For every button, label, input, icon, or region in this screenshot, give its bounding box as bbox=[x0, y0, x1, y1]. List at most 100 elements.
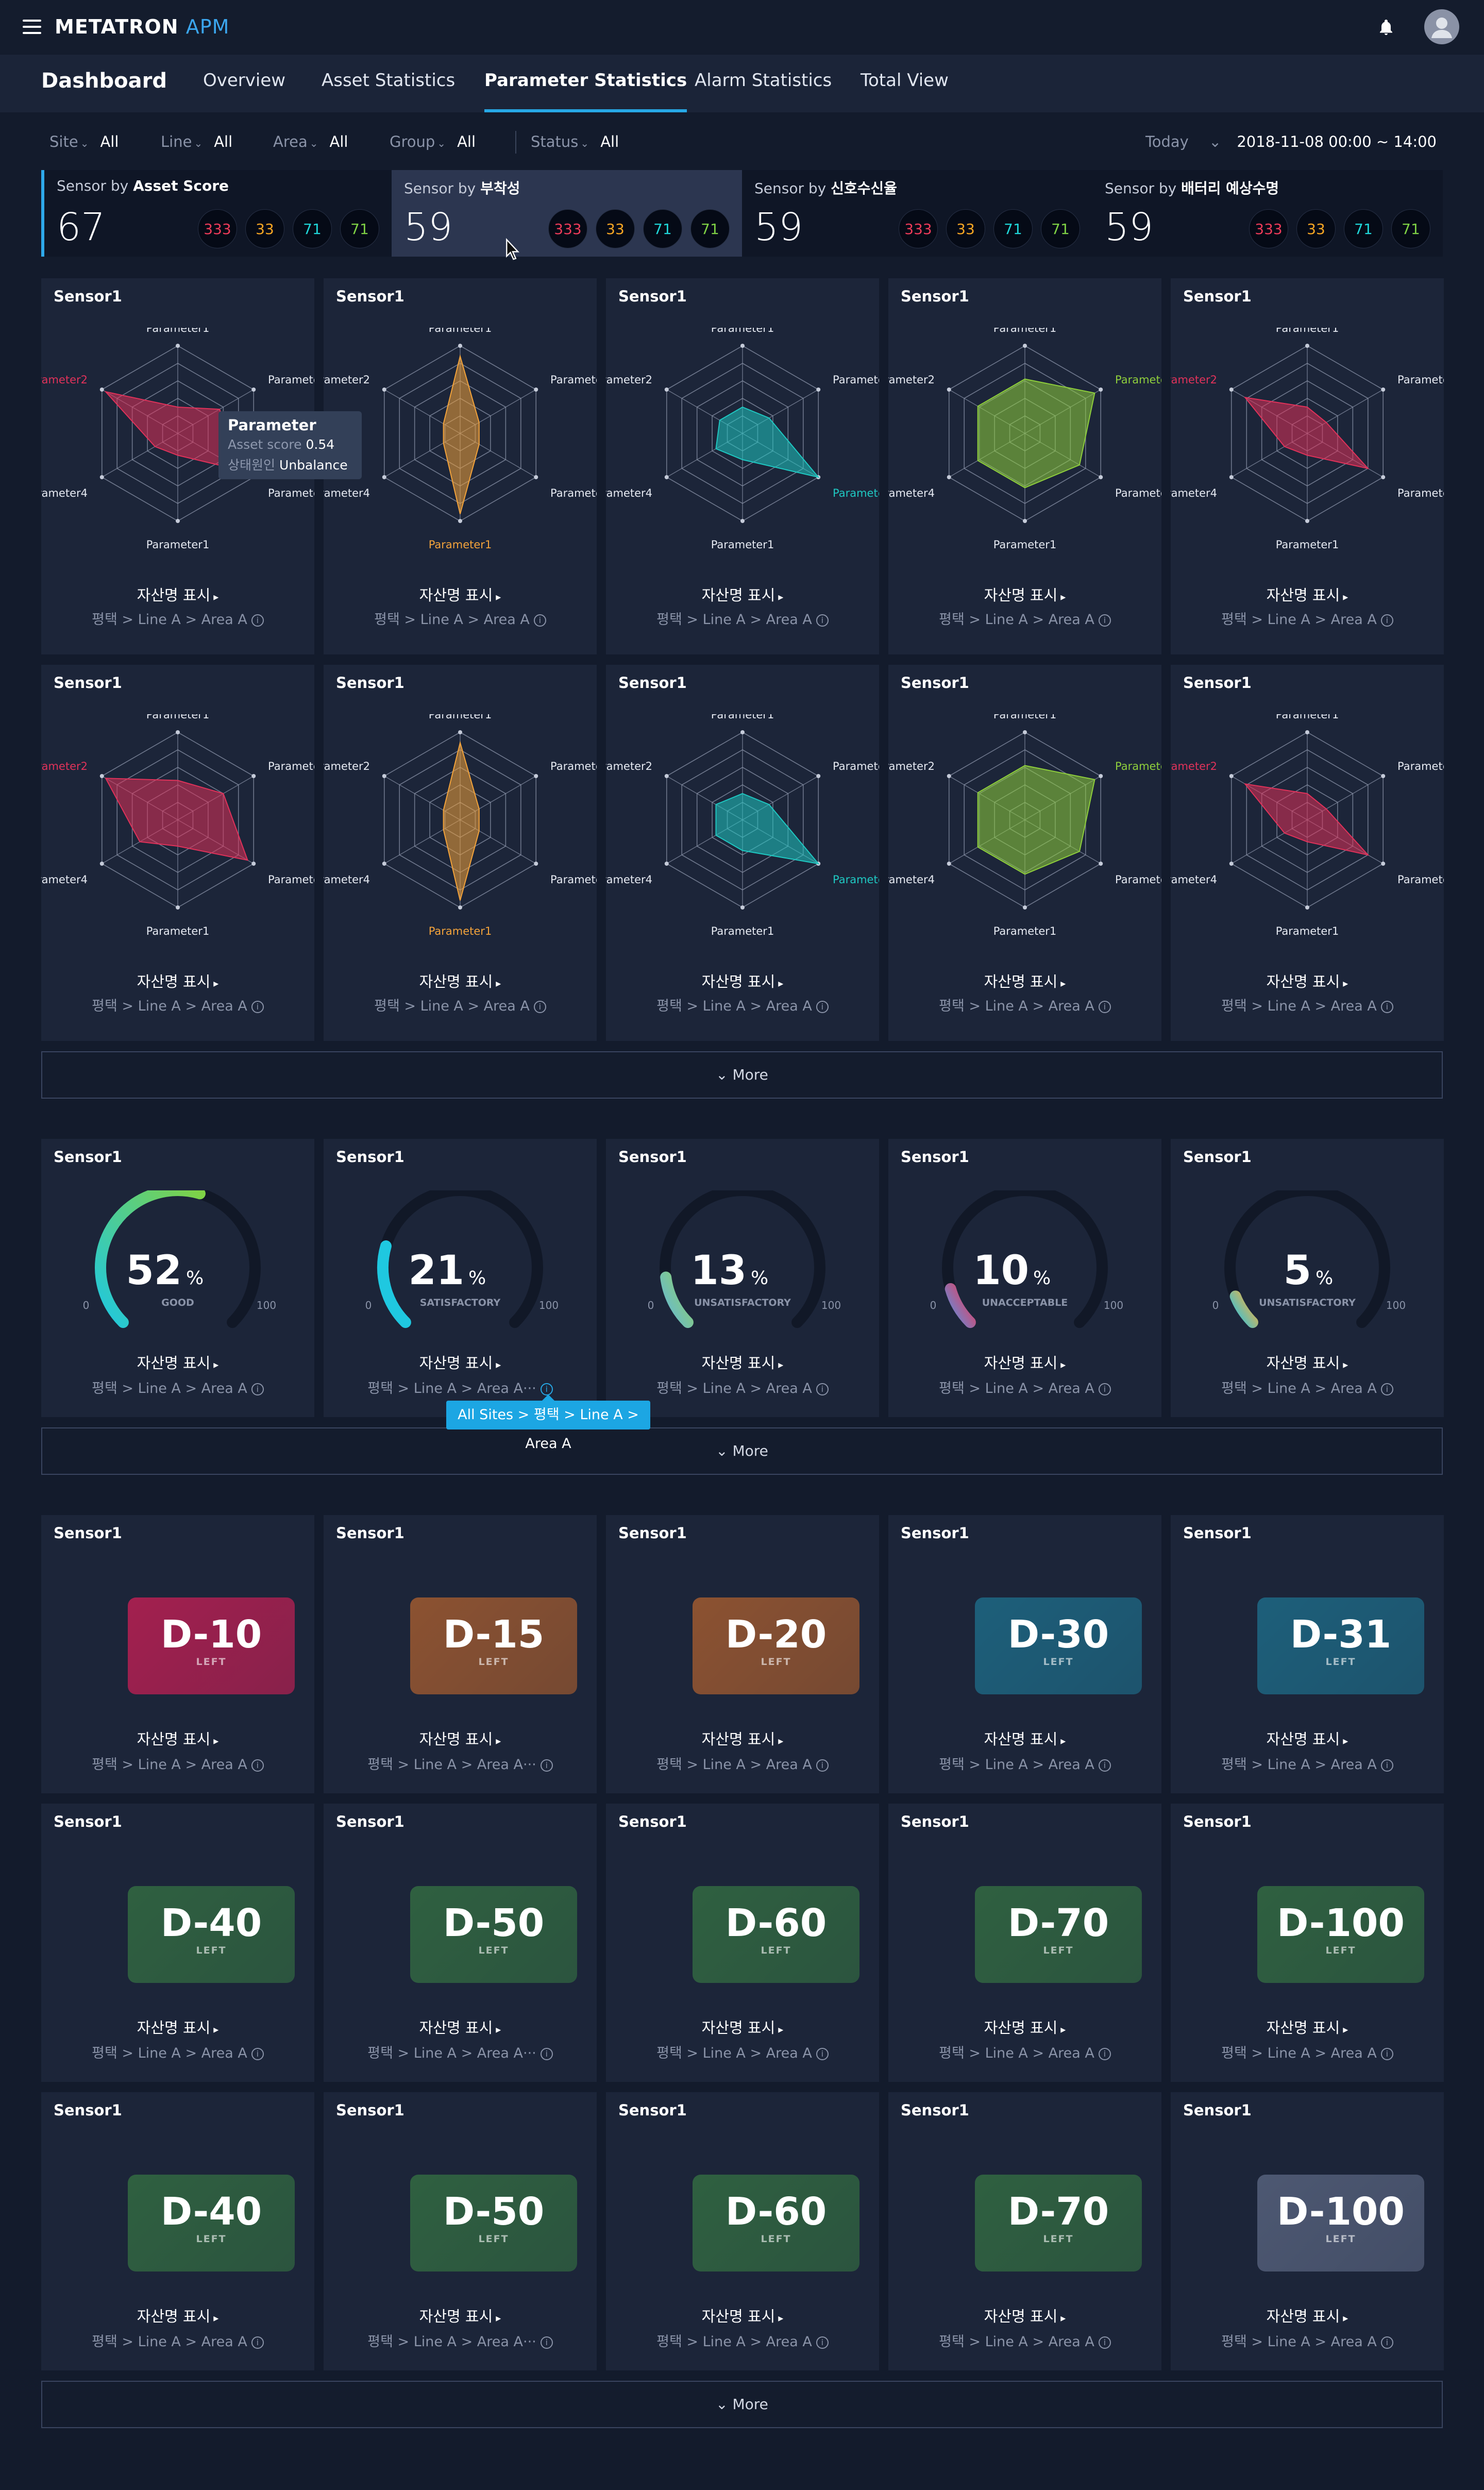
score-count-badge[interactable]: 333 bbox=[899, 209, 938, 248]
tab-total-view[interactable]: Total View bbox=[861, 70, 949, 112]
score-count-badge[interactable]: 33 bbox=[946, 209, 985, 248]
score-count-badge[interactable]: 33 bbox=[1296, 209, 1336, 248]
score-card[interactable]: Sensor by 부착성 59 333 33 71 71 bbox=[392, 170, 742, 257]
asset-name-link[interactable]: 자산명 표시 ▸ bbox=[41, 2016, 314, 2038]
asset-name-link[interactable]: 자산명 표시 ▸ bbox=[888, 1351, 1161, 1373]
asset-name-link[interactable]: 자산명 표시 ▸ bbox=[888, 2304, 1161, 2326]
info-icon[interactable]: i bbox=[1380, 1759, 1393, 1772]
area-filter[interactable]: Area ⌄ All bbox=[273, 133, 348, 150]
score-count-badge[interactable]: 33 bbox=[245, 209, 284, 248]
info-icon[interactable]: i bbox=[1098, 1759, 1111, 1772]
info-icon[interactable]: i bbox=[1098, 2336, 1111, 2349]
info-icon[interactable]: i bbox=[816, 1000, 829, 1013]
app-logo[interactable]: METATRON APM bbox=[55, 15, 229, 38]
asset-name-label: 자산명 표시 bbox=[984, 1730, 1058, 1748]
asset-name-link[interactable]: 자산명 표시 ▸ bbox=[41, 1351, 314, 1373]
info-icon[interactable]: i bbox=[533, 614, 546, 627]
info-icon[interactable]: i bbox=[1380, 1000, 1393, 1013]
info-icon[interactable]: i bbox=[251, 1000, 264, 1013]
score-count-badge[interactable]: 71 bbox=[1041, 209, 1080, 248]
more-button-dday[interactable]: ⌄ More bbox=[41, 2381, 1443, 2428]
info-icon[interactable]: i bbox=[1380, 614, 1393, 627]
score-count-badge[interactable]: 71 bbox=[1391, 209, 1430, 248]
info-icon[interactable]: i bbox=[251, 1383, 264, 1395]
user-avatar[interactable] bbox=[1424, 9, 1459, 44]
info-icon[interactable]: i bbox=[816, 2336, 829, 2349]
info-icon[interactable]: i bbox=[251, 2047, 264, 2060]
asset-name-link[interactable]: 자산명 표시 ▸ bbox=[324, 583, 597, 605]
score-count-badge[interactable]: 71 bbox=[690, 209, 730, 248]
asset-name-link[interactable]: 자산명 표시 ▸ bbox=[324, 2016, 597, 2038]
asset-name-link[interactable]: 자산명 표시 ▸ bbox=[41, 583, 314, 605]
info-icon[interactable]: i bbox=[816, 1759, 829, 1772]
asset-name-link[interactable]: 자산명 표시 ▸ bbox=[888, 970, 1161, 991]
asset-name-link[interactable]: 자산명 표시 ▸ bbox=[888, 583, 1161, 605]
tab-overview[interactable]: Overview bbox=[203, 70, 285, 112]
asset-name-link[interactable]: 자산명 표시 ▸ bbox=[1171, 970, 1444, 991]
info-icon[interactable]: i bbox=[251, 1759, 264, 1772]
asset-name-link[interactable]: 자산명 표시 ▸ bbox=[1171, 2304, 1444, 2326]
asset-name-link[interactable]: 자산명 표시 ▸ bbox=[606, 970, 879, 991]
asset-name-link[interactable]: 자산명 표시 ▸ bbox=[606, 1727, 879, 1749]
info-icon[interactable]: i bbox=[816, 2047, 829, 2060]
score-count-badge[interactable]: 333 bbox=[1249, 209, 1288, 248]
score-card[interactable]: Sensor by 신호수신율 59 333 33 71 71 bbox=[742, 170, 1092, 257]
score-count-badge[interactable]: 333 bbox=[548, 209, 587, 248]
info-icon[interactable]: i bbox=[816, 614, 829, 627]
tab-asset-statistics[interactable]: Asset Statistics bbox=[322, 70, 455, 112]
tab-parameter-statistics[interactable]: Parameter Statistics bbox=[484, 70, 687, 112]
info-icon[interactable]: i bbox=[1098, 2047, 1111, 2060]
info-icon[interactable]: i bbox=[1380, 2336, 1393, 2349]
bell-icon[interactable] bbox=[1377, 18, 1395, 37]
asset-name-label: 자산명 표시 bbox=[701, 1354, 775, 1372]
asset-name-link[interactable]: 자산명 표시 ▸ bbox=[1171, 1727, 1444, 1749]
asset-name-link[interactable]: 자산명 표시 ▸ bbox=[606, 2016, 879, 2038]
menu-icon[interactable] bbox=[23, 20, 41, 34]
info-icon[interactable]: i bbox=[251, 2336, 264, 2349]
asset-name-link[interactable]: 자산명 표시 ▸ bbox=[888, 2016, 1161, 2038]
score-count-badge[interactable]: 71 bbox=[293, 209, 332, 248]
score-card[interactable]: Sensor by Asset Score 67 333 33 71 71 bbox=[41, 170, 392, 257]
asset-name-link[interactable]: 자산명 표시 ▸ bbox=[324, 1351, 597, 1373]
info-icon[interactable]: i bbox=[540, 1759, 553, 1772]
asset-name-link[interactable]: 자산명 표시 ▸ bbox=[324, 1727, 597, 1749]
status-filter[interactable]: Status ⌄ All bbox=[531, 133, 619, 150]
score-count-badge[interactable]: 71 bbox=[993, 209, 1033, 248]
asset-name-link[interactable]: 자산명 표시 ▸ bbox=[41, 970, 314, 991]
info-icon[interactable]: i bbox=[1098, 1383, 1111, 1395]
asset-name-link[interactable]: 자산명 표시 ▸ bbox=[606, 583, 879, 605]
info-icon[interactable]: i bbox=[540, 1383, 553, 1395]
score-count-badge[interactable]: 71 bbox=[340, 209, 379, 248]
asset-name-link[interactable]: 자산명 표시 ▸ bbox=[606, 1351, 879, 1373]
more-button-gauge[interactable]: ⌄ More bbox=[41, 1427, 1443, 1475]
asset-name-link[interactable]: 자산명 표시 ▸ bbox=[1171, 583, 1444, 605]
asset-name-link[interactable]: 자산명 표시 ▸ bbox=[41, 1727, 314, 1749]
info-icon[interactable]: i bbox=[1380, 2047, 1393, 2060]
info-icon[interactable]: i bbox=[533, 1000, 546, 1013]
score-count-badge[interactable]: 71 bbox=[643, 209, 682, 248]
asset-name-link[interactable]: 자산명 표시 ▸ bbox=[41, 2304, 314, 2326]
group-filter[interactable]: Group ⌄ All bbox=[390, 133, 476, 150]
score-count-badge[interactable]: 33 bbox=[596, 209, 635, 248]
info-icon[interactable]: i bbox=[1098, 614, 1111, 627]
asset-name-link[interactable]: 자산명 표시 ▸ bbox=[606, 2304, 879, 2326]
tab-alarm-statistics[interactable]: Alarm Statistics bbox=[695, 70, 832, 112]
line-filter[interactable]: Line ⌄ All bbox=[161, 133, 232, 150]
info-icon[interactable]: i bbox=[540, 2336, 553, 2349]
score-count-badge[interactable]: 333 bbox=[198, 209, 237, 248]
score-count-badge[interactable]: 71 bbox=[1344, 209, 1383, 248]
asset-name-link[interactable]: 자산명 표시 ▸ bbox=[1171, 1351, 1444, 1373]
site-filter[interactable]: Site ⌄ All bbox=[49, 133, 119, 150]
date-range-picker[interactable]: Today ⌄ 2018-11-08 00:00 ~ 14:00 bbox=[1145, 133, 1437, 150]
more-button-radar[interactable]: ⌄ More bbox=[41, 1051, 1443, 1099]
score-card[interactable]: Sensor by 배터리 예상수명 59 333 33 71 71 bbox=[1092, 170, 1443, 257]
info-icon[interactable]: i bbox=[540, 2047, 553, 2060]
info-icon[interactable]: i bbox=[816, 1383, 829, 1395]
info-icon[interactable]: i bbox=[1380, 1383, 1393, 1395]
asset-name-link[interactable]: 자산명 표시 ▸ bbox=[888, 1727, 1161, 1749]
info-icon[interactable]: i bbox=[251, 614, 264, 627]
asset-name-link[interactable]: 자산명 표시 ▸ bbox=[324, 2304, 597, 2326]
asset-name-link[interactable]: 자산명 표시 ▸ bbox=[324, 970, 597, 991]
info-icon[interactable]: i bbox=[1098, 1000, 1111, 1013]
asset-name-link[interactable]: 자산명 표시 ▸ bbox=[1171, 2016, 1444, 2038]
